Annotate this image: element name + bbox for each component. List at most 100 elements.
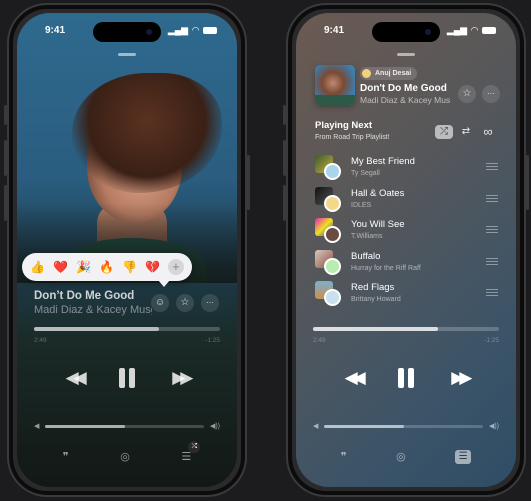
volume-low-icon: ◀ <box>313 423 319 430</box>
rewind-button[interactable]: ◀◀ <box>345 368 366 388</box>
track-artist: Ty Segall <box>351 170 380 177</box>
more-button[interactable]: ··· <box>482 85 500 103</box>
favorite-button[interactable]: ☆ <box>458 85 476 103</box>
sharer-avatar <box>362 69 371 78</box>
remaining-time: -1:25 <box>484 337 499 344</box>
side-button <box>526 155 529 210</box>
contributor-avatar <box>324 289 341 306</box>
forward-button[interactable]: ▶▶ <box>451 368 472 388</box>
rewind-button[interactable]: ◀◀ <box>66 368 87 388</box>
dynamic-island <box>93 22 161 42</box>
track-title: Hall & Oates <box>351 187 405 199</box>
queue-item[interactable]: You Will See T.Williams <box>315 216 502 248</box>
sheet-grabber[interactable] <box>397 53 415 56</box>
forward-button[interactable]: ▶▶ <box>172 368 193 388</box>
wifi-icon: ◠ <box>471 25 478 35</box>
queue-button[interactable]: ☰ ⤮ <box>181 441 201 463</box>
reorder-handle-icon[interactable] <box>486 226 498 233</box>
action-button <box>283 105 286 125</box>
contributor-avatar <box>324 163 341 180</box>
volume-slider[interactable] <box>45 424 204 428</box>
queue-item[interactable]: Red Flags Brittany Howard <box>315 279 502 311</box>
track-title: You Will See <box>351 219 405 230</box>
contributor-avatar <box>324 226 341 243</box>
status-time: 9:41 <box>324 25 345 36</box>
lyrics-button[interactable]: ❞ <box>341 450 347 464</box>
sheet-grabber[interactable] <box>118 53 136 56</box>
reorder-handle-icon[interactable] <box>486 163 498 170</box>
autoplay-infinity-button[interactable]: ∞ <box>479 125 497 139</box>
elapsed-time: 2:49 <box>34 337 47 344</box>
side-button <box>247 155 250 210</box>
song-title: Don't Do Me Good <box>360 83 447 94</box>
contributor-avatar <box>324 194 341 212</box>
track-artist: IDLES <box>351 201 372 209</box>
shuffle-button[interactable]: ⤮ <box>435 125 453 139</box>
thumbs-up-reaction[interactable]: 👍 <box>30 260 45 274</box>
heart-reaction[interactable]: ❤️ <box>53 260 68 274</box>
scrubber-fill <box>313 327 438 331</box>
playing-next-source: From Road Trip Playlist! <box>315 134 390 141</box>
playback-scrubber[interactable] <box>313 327 499 331</box>
status-time: 9:41 <box>45 25 66 36</box>
mini-album-artwork[interactable] <box>315 65 355 105</box>
track-artist: T.Williams <box>351 233 383 240</box>
screen: 9:41 ▂▄▆ ◠ Anuj Desai Don't Do Me Good M… <box>296 13 516 487</box>
volume-up-button <box>283 140 286 176</box>
playing-next-heading: Playing Next <box>315 120 373 131</box>
bottom-toolbar: ❞ ◎ ☰ <box>296 450 516 464</box>
playback-scrubber[interactable] <box>34 327 220 331</box>
phone-queue: 9:41 ▂▄▆ ◠ Anuj Desai Don't Do Me Good M… <box>283 3 529 497</box>
song-title: Don’t Do Me Good <box>34 290 135 302</box>
pause-button[interactable] <box>397 368 414 388</box>
reorder-handle-icon[interactable] <box>486 257 498 265</box>
bottom-toolbar: ❞ ◎ ☰ ⤮ <box>17 441 237 463</box>
queue-item[interactable]: My Best Friend Ty Segall <box>315 153 502 185</box>
queue-icon: ☰ <box>181 451 192 463</box>
shared-by-chip[interactable]: Anuj Desai <box>360 67 418 80</box>
repeat-button[interactable]: ⇄ <box>457 125 475 139</box>
track-title: Red Flags <box>351 282 395 293</box>
queue-item[interactable]: Hall & Oates IDLES <box>315 185 502 217</box>
action-button <box>4 105 7 125</box>
reorder-handle-icon[interactable] <box>486 194 498 202</box>
favorite-button[interactable]: ☆ <box>176 294 194 312</box>
sharer-name: Anuj Desai <box>375 70 412 77</box>
broken-heart-reaction[interactable]: 💔 <box>145 260 160 274</box>
song-artist[interactable]: Madi Diaz & Kacey Musgraves <box>34 304 152 316</box>
volume-control: ◀ ◀)) <box>313 422 499 430</box>
thumbs-down-reaction[interactable]: 👎 <box>122 260 137 274</box>
track-title: My Best Friend <box>351 156 415 167</box>
add-reaction-button[interactable]: + <box>167 259 184 275</box>
fire-reaction[interactable]: 🔥 <box>99 260 114 274</box>
battery-icon <box>482 27 496 34</box>
party-popper-reaction[interactable]: 🎉 <box>76 260 91 274</box>
battery-icon <box>203 27 217 34</box>
track-title: Buffalo <box>351 250 381 262</box>
cellular-signal-icon: ▂▄▆ <box>446 25 468 35</box>
more-button[interactable]: ··· <box>201 294 219 312</box>
volume-control: ◀ ◀)) <box>34 422 220 430</box>
pause-button[interactable] <box>118 368 135 388</box>
contributor-avatar <box>324 257 341 275</box>
screen: 9:41 ▂▄▆ ◠ 👍 ❤️ 🎉 🔥 👎 💔 + Don’t Do Me Go… <box>17 13 237 487</box>
song-artist[interactable]: Madi Diaz & Kacey Musgraves <box>360 95 450 105</box>
reorder-handle-icon[interactable] <box>486 289 498 296</box>
volume-up-button <box>4 140 7 176</box>
react-button[interactable]: ☺ <box>151 294 169 312</box>
airplay-button[interactable]: ◎ <box>120 450 130 463</box>
track-artist: Brittany Howard <box>351 296 401 303</box>
track-artist: Hurray for the Riff Raff <box>351 264 421 272</box>
cellular-signal-icon: ▂▄▆ <box>167 25 189 35</box>
volume-fill <box>324 424 404 428</box>
volume-down-button <box>283 185 286 221</box>
volume-slider[interactable] <box>324 424 483 428</box>
elapsed-time: 2:49 <box>313 337 326 344</box>
queue-button-active[interactable]: ☰ <box>455 450 472 464</box>
queue-item[interactable]: Buffalo Hurray for the Riff Raff <box>315 248 502 280</box>
airplay-button[interactable]: ◎ <box>396 450 406 464</box>
queue-list: My Best Friend Ty Segall Hall & Oates ID… <box>315 153 502 311</box>
volume-fill <box>45 424 125 428</box>
transport-controls: ◀◀ ▶▶ <box>17 368 237 388</box>
lyrics-button[interactable]: ❞ <box>63 450 69 463</box>
